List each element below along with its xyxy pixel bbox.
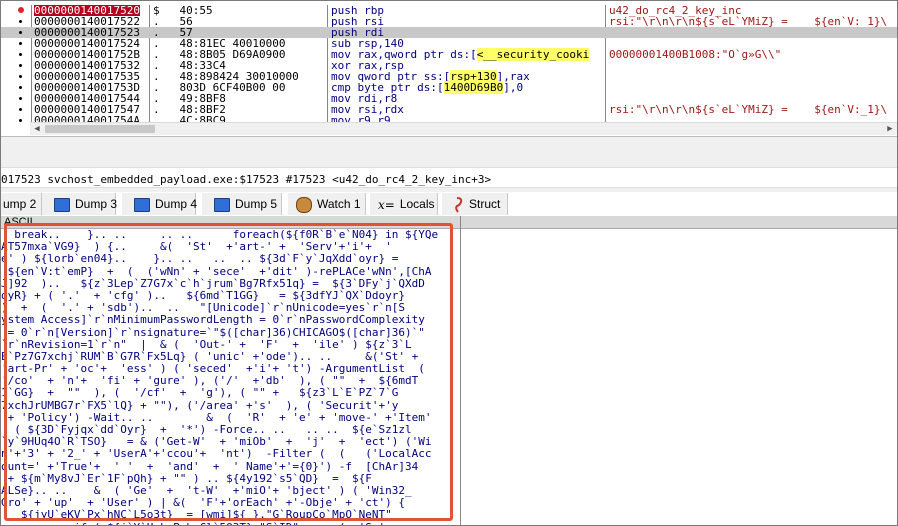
tab-label: Locals (399, 197, 435, 211)
tab-dump-2[interactable]: ump 2 (1, 193, 42, 215)
ascii-column-label: ASCII (4, 216, 33, 228)
breakpoint-slot-icon[interactable] (19, 42, 22, 45)
dump-icon (214, 197, 230, 212)
breakpoint-slot-icon[interactable] (19, 119, 22, 122)
dump-icon (134, 197, 150, 212)
pane-splitter[interactable] (1, 187, 897, 192)
scroll-right-arrow-icon[interactable]: ▶ (883, 123, 897, 135)
breakpoint-slot-icon[interactable] (19, 97, 22, 100)
tab-label: Watch 1 (317, 197, 361, 211)
breakpoint-slot-icon[interactable] (19, 53, 22, 56)
disassembly-horizontal-scrollbar[interactable]: ◀ ▶ (30, 122, 897, 135)
tab-label: Dump 5 (235, 197, 278, 211)
info-pane (1, 136, 897, 168)
breakpoint-slot-icon[interactable] (19, 75, 22, 78)
instruction-comment: 00000001400B1008:"O`g»G\\" (609, 48, 782, 61)
tab-dump-4[interactable]: Dump 4 (122, 193, 198, 215)
breakpoint-slot-icon[interactable] (19, 108, 22, 111)
dump-line[interactable]: = 0`r`n[Version]`r`nsignature=`"$([char]… (1, 326, 459, 339)
dump-line[interactable]: n'+'3' + '2_' + 'UserA'+'ccou'+ 'nt') -F… (1, 448, 459, 460)
tab-label: Struct (469, 197, 501, 211)
breakpoint-slot-icon[interactable] (19, 86, 22, 89)
dump-tab-bar: ump 2 Dump 3 Dump 4 Dump 5 Watch 1 x= Loc… (1, 193, 897, 215)
dump-line[interactable]: ${en`V:t`emP} + ( ('wNn' + 'sece' +'dit'… (1, 265, 459, 278)
breakpoint-slot-icon[interactable] (19, 64, 22, 67)
ascii-dump-view[interactable]: break.. }.. .. .. .. foreach(${f0R`B`e`N… (1, 229, 459, 525)
dump-icon (54, 197, 70, 212)
address-info-line: 017523 svchost_embedded_payload.exe:$175… (1, 173, 492, 186)
tab-struct[interactable]: Struct (442, 193, 508, 215)
dump-line[interactable]: 1`GG} + "" ), ( '/cf' + 'g'), ( "" + ${z… (1, 387, 459, 399)
scroll-left-arrow-icon[interactable]: ◀ (30, 123, 44, 135)
scrollbar-thumb[interactable] (45, 125, 155, 133)
dump-line[interactable]: 7xchJrUMBG7r`FX5`lQ} + ""), ('/area' +'s… (1, 399, 459, 412)
tab-label: Dump 3 (75, 197, 118, 211)
watch-icon (296, 196, 312, 213)
tab-dump-3[interactable]: Dump 3 (42, 193, 118, 215)
dump-column-header[interactable]: ASCII (1, 216, 897, 229)
dump-column-separator (460, 216, 461, 525)
breakpoint-slot-icon[interactable] (19, 31, 22, 34)
dump-line[interactable]: ystem Access]`r`nMinimumPasswordLength =… (1, 314, 459, 326)
dump-line[interactable]: e' ) ${lorb`en04}.. }.. .. .. .. ${3d`F`… (1, 253, 459, 265)
debugger-window: 0000000140017520 $ 40:55 push rbp u42_do_rc… (0, 0, 898, 526)
tab-locals[interactable]: x= Locals (370, 193, 438, 215)
breakpoint-icon[interactable] (18, 7, 24, 13)
locals-icon: x= (378, 197, 395, 212)
disassembly-pane[interactable]: 0000000140017520 $ 40:55 push rbp u42_do_rc… (1, 5, 897, 136)
struct-icon (455, 196, 463, 213)
instruction-comment: rsi:"\r\n\r\n${s`eL`YMiZ} = ${en`V:_1}\ (609, 103, 888, 116)
dump-line[interactable]: ount=' +'True'+ ' ' + 'and' + ' Name'+'=… (1, 460, 459, 473)
breakpoint-slot-icon[interactable] (19, 20, 22, 23)
instruction-comment: rsi:"\r\n\r\n${s`eL`YMiZ} = ${en`V:_1}\ (609, 15, 888, 28)
tab-label: Dump 4 (155, 197, 198, 211)
tab-dump-5[interactable]: Dump 5 (202, 193, 282, 215)
dump-line[interactable]: .. if ( ${j`Y`UekvPxhnCl`5O3T}."S`ID" -e… (1, 521, 459, 525)
dump-line[interactable]: ${jyU`eKV`Px`hNC`L5o3t} = [wmi]${_}."G`R… (1, 509, 459, 521)
tab-watch-1[interactable]: Watch 1 (288, 193, 366, 215)
tab-label: ump 2 (3, 197, 37, 211)
